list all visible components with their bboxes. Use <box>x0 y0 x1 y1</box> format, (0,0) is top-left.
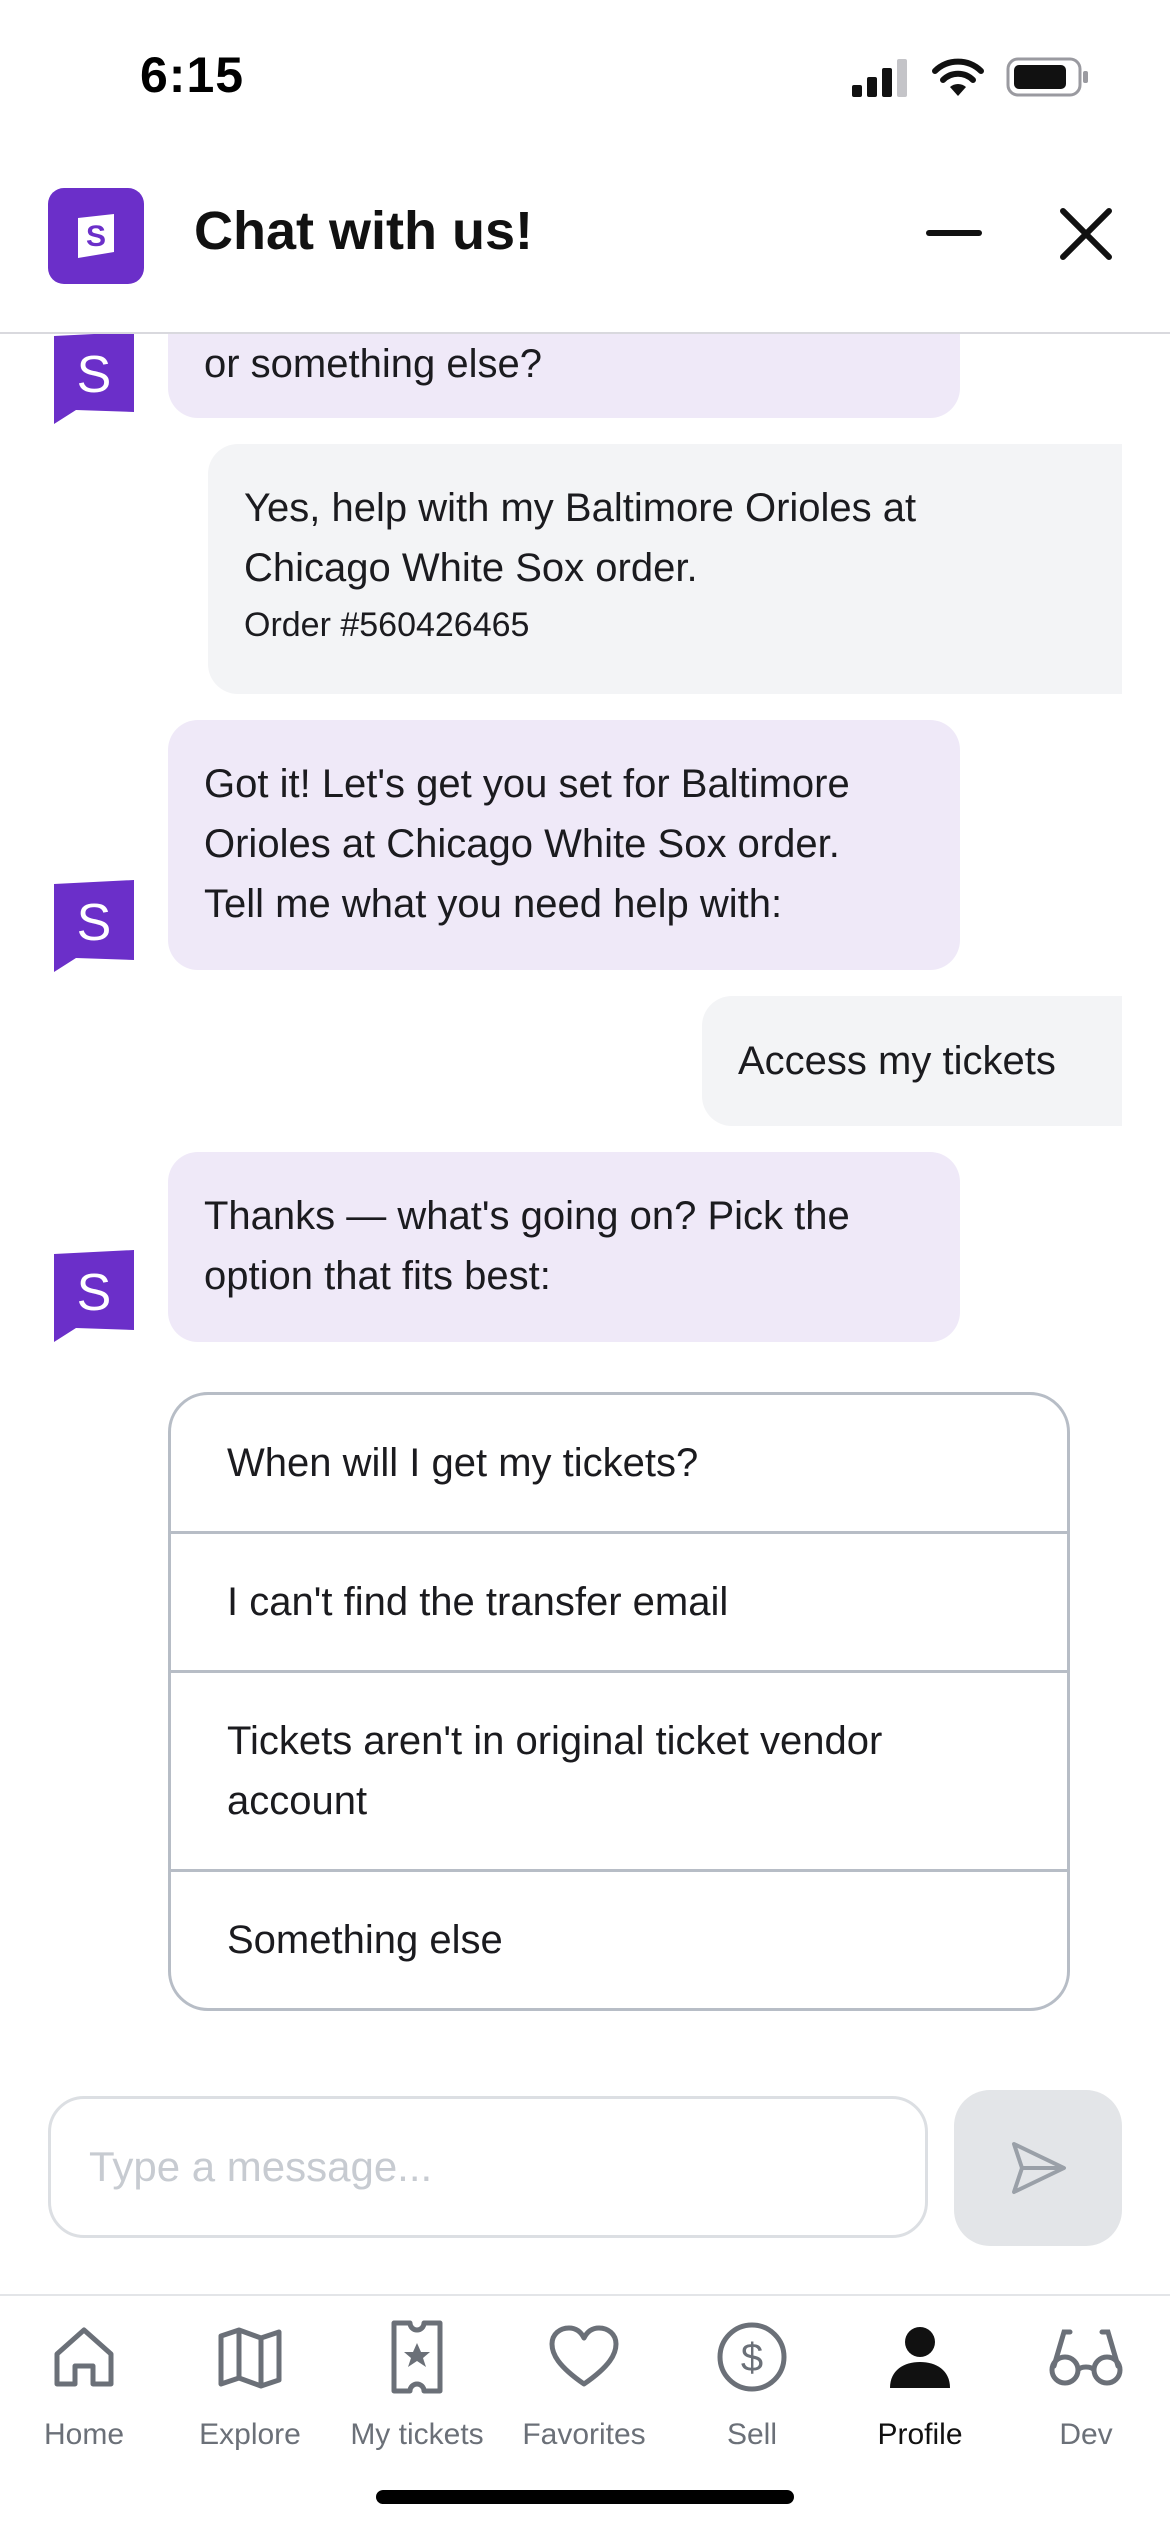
message-line: Yes, help with my Baltimore Orioles at <box>244 486 917 530</box>
chat-header: S Chat with us! <box>0 160 1170 334</box>
logo-icon: S <box>78 214 114 258</box>
message-line: Thanks — what's going on? Pick the <box>204 1194 850 1238</box>
home-icon <box>54 2327 114 2387</box>
tab-sell[interactable]: $ Sell <box>668 2314 836 2452</box>
dollar-icon: $ <box>717 2322 787 2392</box>
tab-label: Home <box>43 2418 125 2451</box>
tab-label: My tickets <box>350 2418 484 2451</box>
send-button[interactable] <box>954 2090 1122 2246</box>
message-line: option that fits best: <box>204 1254 551 1298</box>
option-something-else[interactable]: Something else <box>171 1872 1067 2008</box>
tab-home[interactable]: Home <box>0 2314 168 2452</box>
option-when-tickets[interactable]: When will I get my tickets? <box>171 1395 1067 1534</box>
wifi-icon <box>932 58 984 96</box>
message-text: Access my tickets <box>738 1039 1056 1083</box>
brand-logo: S <box>48 188 144 284</box>
bot-message: Thanks — what's going on? Pick the optio… <box>168 1152 960 1342</box>
page-title: Chat with us! <box>194 201 533 261</box>
ticket-icon <box>391 2320 443 2394</box>
status-time: 6:15 <box>140 47 245 103</box>
message-line: Got it! Let's get you set for Baltimore <box>204 762 850 806</box>
minimize-button[interactable] <box>914 194 994 274</box>
close-icon <box>1060 208 1112 260</box>
svg-text:$: $ <box>741 2336 763 2380</box>
minus-icon <box>926 230 982 236</box>
message-composer <box>48 2096 928 2238</box>
tab-label: Favorites <box>522 2418 646 2451</box>
tab-label: Dev <box>1059 2418 1113 2451</box>
tab-profile[interactable]: Profile <box>836 2314 1004 2452</box>
message-input[interactable] <box>51 2099 925 2235</box>
message-line: Orioles at Chicago White Sox order. <box>204 822 840 866</box>
heart-icon <box>549 2325 619 2387</box>
tab-favorites[interactable]: Favorites <box>500 2314 668 2452</box>
user-message: Yes, help with my Baltimore Orioles at C… <box>208 444 1122 694</box>
tab-dev[interactable]: Dev <box>1002 2314 1170 2452</box>
tab-explore[interactable]: Explore <box>166 2314 334 2452</box>
bot-message: Got it! Let's get you set for Baltimore … <box>168 720 960 970</box>
bot-avatar-icon: S <box>54 1250 134 1342</box>
person-icon <box>890 2327 950 2388</box>
logo-letter: S <box>86 220 106 253</box>
message-line: Tell me what you need help with: <box>204 882 783 926</box>
order-number: Order #560426465 <box>244 606 530 644</box>
send-icon <box>1012 2142 1066 2194</box>
message-line: Chicago White Sox order. <box>244 546 698 590</box>
user-message: Access my tickets <box>702 996 1122 1126</box>
glasses-icon <box>1049 2329 1123 2386</box>
svg-text:S: S <box>77 346 112 404</box>
message-text: or something else? <box>204 342 542 386</box>
svg-text:S: S <box>77 1264 112 1322</box>
status-icons <box>850 56 1090 98</box>
quick-reply-options: When will I get my tickets? I can't find… <box>168 1392 1070 2011</box>
battery-icon <box>1006 57 1088 97</box>
tab-my-tickets[interactable]: My tickets <box>333 2314 501 2452</box>
bot-avatar-icon: S <box>54 880 134 972</box>
home-indicator <box>376 2490 794 2504</box>
svg-text:S: S <box>77 894 112 952</box>
cellular-signal-icon <box>852 59 907 97</box>
tab-label: Explore <box>199 2418 301 2451</box>
bot-message: or something else? <box>168 334 960 418</box>
tab-label: Sell <box>726 2418 778 2451</box>
tab-label: Profile <box>877 2418 963 2451</box>
option-vendor-account[interactable]: Tickets aren't in original ticket vendor… <box>171 1673 1067 1872</box>
map-icon <box>218 2327 282 2389</box>
option-transfer-email[interactable]: I can't find the transfer email <box>171 1534 1067 1673</box>
close-button[interactable] <box>1046 194 1126 274</box>
bot-avatar-icon: S <box>54 334 134 424</box>
